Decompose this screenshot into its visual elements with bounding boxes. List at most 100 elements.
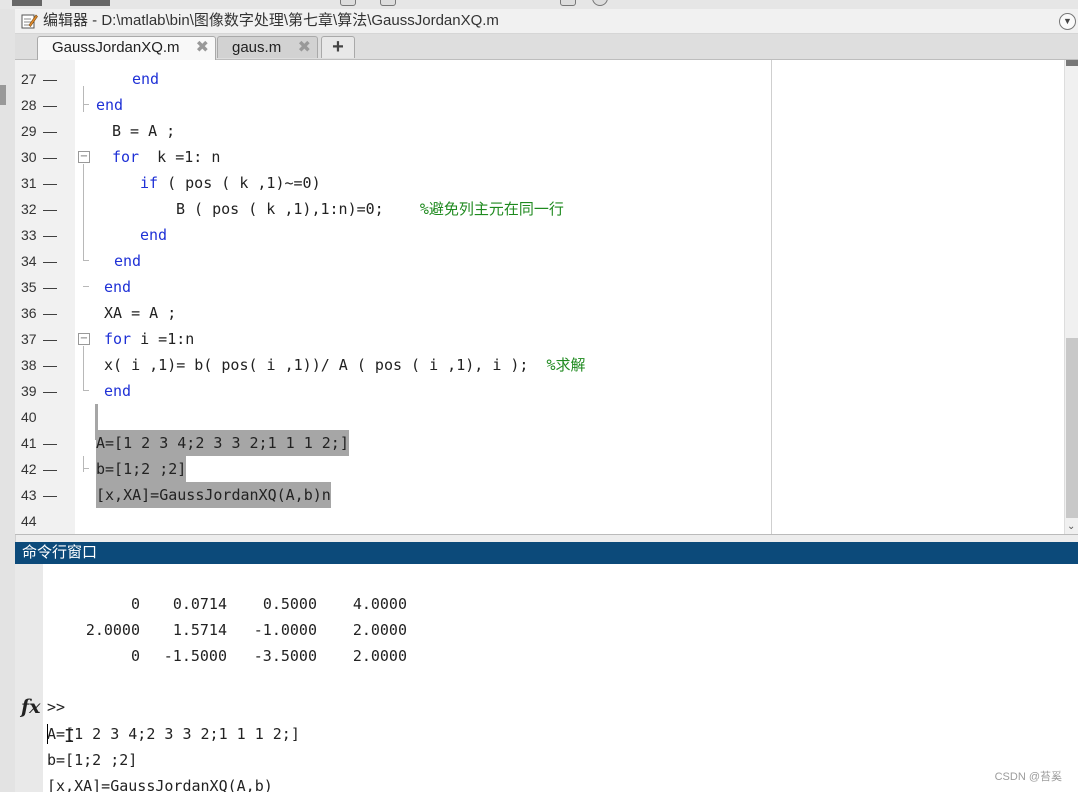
breakpoint-marker[interactable]: — xyxy=(43,170,57,196)
code-line[interactable]: 31 — if ( pos ( k ,1)~=0) xyxy=(15,170,1055,196)
breakpoint-marker[interactable]: — xyxy=(43,222,57,248)
watermark: CSDN @苔奚 xyxy=(994,771,1062,783)
line-number: 34 xyxy=(21,253,37,269)
line-number: 27 xyxy=(21,71,37,87)
tab-gaussjordanxq[interactable]: GaussJordanXQ.m ✖ xyxy=(37,36,216,60)
code-text: B = A ; xyxy=(112,122,176,140)
breakpoint-marker[interactable]: — xyxy=(43,196,57,222)
code-line[interactable]: 42 — b=[1;2 ;2] xyxy=(15,456,1055,482)
matrix-cell: -1.0000 xyxy=(253,621,317,639)
code-line[interactable]: 40 xyxy=(15,404,1055,430)
matrix-cell: 0 xyxy=(130,647,140,665)
code-text: end xyxy=(114,252,142,270)
breakpoint-marker[interactable]: — xyxy=(43,326,57,352)
line-number: 32 xyxy=(21,201,37,217)
breakpoint-marker[interactable]: — xyxy=(43,274,57,300)
top-toolbar-strip xyxy=(0,0,1078,9)
code-text: if ( pos ( k ,1)~=0) xyxy=(140,170,321,196)
tab-bar: GaussJordanXQ.m ✖ gaus.m ✖ + xyxy=(15,34,1078,60)
toolbar-fragment xyxy=(70,0,110,6)
code-text: x( i ,1)= b( pos( i ,1))/ A ( pos ( i ,1… xyxy=(104,352,586,378)
scroll-top-marker xyxy=(1066,60,1078,66)
scrollbar-thumb[interactable] xyxy=(1066,338,1078,518)
matrix-cell: 1.5714 xyxy=(172,621,227,639)
help-icon[interactable] xyxy=(592,0,608,6)
toolbar-button[interactable] xyxy=(340,0,356,6)
add-tab-button[interactable]: + xyxy=(321,36,355,58)
matrix-cell: 4.0000 xyxy=(352,595,407,613)
matrix-cell: 2.0000 xyxy=(85,621,140,639)
command-input-line[interactable]: A=[1 2 3 4;2 3 3 2;1 1 1 2;] xyxy=(47,725,300,743)
code-statement: B ( pos ( k ,1),1:n)=0; xyxy=(176,200,420,218)
command-input-line[interactable]: [x,XA]=GaussJordanXQ(A,b) xyxy=(47,777,273,792)
code-line[interactable]: 41 — A=[1 2 3 4;2 3 3 2;1 1 1 2;] xyxy=(15,430,1055,456)
breakpoint-marker[interactable]: — xyxy=(43,300,57,326)
code-line[interactable]: 33 — end xyxy=(15,222,1055,248)
close-icon[interactable]: ✖ xyxy=(298,37,311,59)
breakpoint-marker[interactable]: — xyxy=(43,92,57,118)
code-line[interactable]: 37 — for i =1:n xyxy=(15,326,1055,352)
code-line[interactable]: 38 — x( i ,1)= b( pos( i ,1))/ A ( pos (… xyxy=(15,352,1055,378)
selected-code-text: [x,XA]=GaussJordanXQ(A,b)n xyxy=(96,482,331,508)
tab-gaus[interactable]: gaus.m ✖ xyxy=(217,36,318,58)
code-line[interactable]: 43 — [x,XA]=GaussJordanXQ(A,b)n xyxy=(15,482,1055,508)
breakpoint-marker[interactable]: — xyxy=(43,456,57,482)
close-icon[interactable]: ✖ xyxy=(196,37,209,59)
command-window[interactable]: 0 0.0714 0.5000 4.0000 2.0000 1.5714 -1.… xyxy=(15,564,1078,792)
code-editor[interactable]: − − 27 — end 28 — end 29 — B = A ; 30 — … xyxy=(15,60,1078,535)
chevron-down-icon[interactable]: ▼ xyxy=(1059,13,1076,30)
editor-titlebar: 编辑器 - D:\matlab\bin\图像数字处理\第七章\算法\GaussJ… xyxy=(15,9,1078,34)
code-line[interactable]: 32 — B ( pos ( k ,1),1:n)=0; %避免列主元在同一行 xyxy=(15,196,1055,222)
code-line[interactable]: 28 — end xyxy=(15,92,1055,118)
breakpoint-marker[interactable]: — xyxy=(43,378,57,404)
selected-code-text: b=[1;2 ;2] xyxy=(96,456,187,482)
command-window-gutter xyxy=(15,564,43,792)
code-comment: %求解 xyxy=(546,356,586,374)
chevron-down-icon[interactable]: ⌄ xyxy=(1067,522,1077,532)
line-number: 30 xyxy=(21,149,37,165)
matrix-cell: -3.5000 xyxy=(253,647,317,665)
code-text: end xyxy=(140,226,168,244)
matrix-cell: 2.0000 xyxy=(352,647,407,665)
code-line[interactable]: 27 — end xyxy=(15,66,1055,92)
breakpoint-marker[interactable]: — xyxy=(43,430,57,456)
code-rest: ( pos ( k ,1)~=0) xyxy=(158,174,321,192)
breakpoint-marker[interactable]: — xyxy=(43,248,57,274)
breakpoint-marker[interactable]: — xyxy=(43,482,57,508)
code-text: end xyxy=(132,70,160,88)
code-text: for i =1:n xyxy=(104,326,194,352)
breakpoint-marker[interactable]: — xyxy=(43,144,57,170)
breakpoint-marker[interactable]: — xyxy=(43,66,57,92)
code-text: end xyxy=(96,96,124,114)
toolbar-fragment xyxy=(12,0,42,6)
matrix-cell: 0 xyxy=(130,595,140,613)
code-statement: x( i ,1)= b( pos( i ,1))/ A ( pos ( i ,1… xyxy=(104,356,547,374)
line-number: 41 xyxy=(21,435,37,451)
line-number: 37 xyxy=(21,331,37,347)
toolbar-button[interactable] xyxy=(380,0,396,6)
line-number: 35 xyxy=(21,279,37,295)
code-line[interactable]: 44 xyxy=(15,508,1055,534)
command-input-line[interactable]: b=[1;2 ;2] xyxy=(47,751,137,769)
editor-scrollbar[interactable]: ⌄ xyxy=(1064,60,1078,534)
code-line[interactable]: 39 — end xyxy=(15,378,1055,404)
tab-label: GaussJordanXQ.m xyxy=(52,39,180,56)
keyword: for xyxy=(104,330,132,348)
code-line[interactable]: 30 — for k =1: n xyxy=(15,144,1055,170)
matrix-cell: -1.5000 xyxy=(163,647,227,665)
code-comment: %避免列主元在同一行 xyxy=(419,200,564,218)
matrix-cell: 0.0714 xyxy=(172,595,227,613)
fx-function-browser-icon[interactable]: fx xyxy=(21,696,41,718)
code-line[interactable]: 35 — end xyxy=(15,274,1055,300)
code-text: end xyxy=(104,278,132,296)
code-line[interactable]: 34 — end xyxy=(15,248,1055,274)
command-window-header: 命令行窗口 xyxy=(15,542,1078,564)
code-line[interactable]: 36 — XA = A ; xyxy=(15,300,1055,326)
command-prompt: >> xyxy=(47,698,66,716)
code-line[interactable]: 29 — B = A ; xyxy=(15,118,1055,144)
toolbar-button[interactable] xyxy=(560,0,576,6)
ibeam-cursor-icon: I xyxy=(64,726,75,747)
code-rest: k =1: n xyxy=(139,148,221,166)
breakpoint-marker[interactable]: — xyxy=(43,118,57,144)
breakpoint-marker[interactable]: — xyxy=(43,352,57,378)
